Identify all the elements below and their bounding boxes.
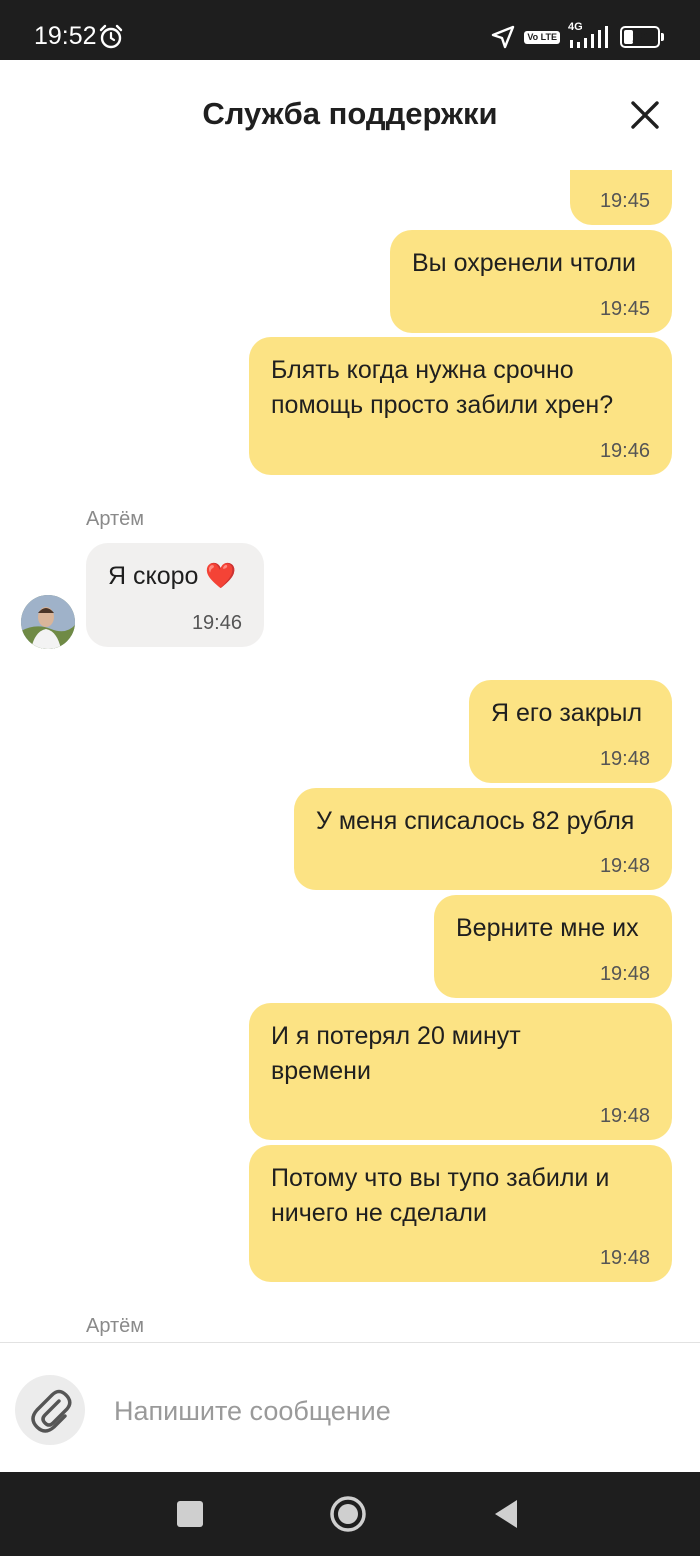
message-outgoing: Блять когда нужна срочно помощь просто з…: [249, 337, 672, 475]
message-outgoing: Вы охренели чтоли 19:45: [390, 230, 672, 333]
message-incoming: Я скоро ❤️ 19:46: [86, 543, 264, 647]
message-time: 19:48: [599, 1247, 650, 1269]
status-time: 19:52: [34, 22, 97, 50]
battery-icon: 29: [620, 26, 664, 48]
message-outgoing: Я его закрыл 19:48: [469, 680, 672, 783]
battery-level: 29: [632, 29, 648, 45]
status-bar: 19:52 Vo LTE 4G 29: [0, 0, 700, 60]
paperclip-icon: [31, 1389, 72, 1433]
message-outgoing: У меня списалось 82 рубля 19:48: [294, 788, 672, 890]
message-list: 19:45 Вы охренели чтоли 19:45 Блять когд…: [0, 150, 700, 1342]
message-time: 19:45: [599, 190, 650, 212]
message-time: 19:48: [599, 748, 650, 770]
back-icon[interactable]: [487, 1494, 527, 1534]
message-outgoing: И я потерял 20 минут времени 19:48: [249, 1003, 672, 1140]
home-icon[interactable]: [328, 1494, 368, 1534]
message-text: И я потерял 20 минут времени: [271, 1022, 521, 1085]
message-time: 19:46: [599, 440, 650, 462]
message-text: Верните мне их: [456, 914, 639, 942]
message-text: Я скоро ❤️: [108, 562, 237, 590]
message-outgoing: Верните мне их 19:48: [434, 895, 672, 998]
message-text: Вы охренели чтоли: [412, 249, 636, 277]
signal-icon: 4G: [568, 21, 612, 50]
close-icon[interactable]: [628, 98, 662, 132]
system-navigation-bar: [0, 1472, 700, 1556]
message-time: 19:45: [599, 298, 650, 320]
message-time: 19:48: [599, 963, 650, 985]
sender-name: Артём: [86, 1315, 145, 1337]
message-time: 19:48: [599, 1105, 650, 1127]
volte-icon: Vo LTE: [524, 30, 560, 44]
message-time: 19:46: [191, 612, 242, 634]
message-composer: [0, 1342, 700, 1473]
message-text: Блять когда нужна срочно помощь просто з…: [271, 356, 614, 419]
message-text: Потому что вы тупо забили и ничего не сд…: [271, 1164, 610, 1227]
sender-name: Артём: [86, 508, 145, 530]
recent-apps-icon[interactable]: [170, 1494, 210, 1534]
attach-button[interactable]: [15, 1375, 85, 1445]
avatar[interactable]: [21, 595, 75, 649]
location-arrow-icon: [492, 25, 515, 49]
alarm-icon: [99, 24, 123, 49]
message-outgoing: Потому что вы тупо забили и ничего не сд…: [249, 1145, 672, 1282]
message-time: 19:48: [599, 855, 650, 877]
page-title: Служба поддержки: [202, 96, 498, 131]
message-input[interactable]: [112, 1385, 676, 1437]
message-text: Я его закрыл: [491, 699, 643, 727]
chat-header: Служба поддержки: [0, 60, 700, 170]
message-text: У меня списалось 82 рубля: [316, 807, 635, 835]
